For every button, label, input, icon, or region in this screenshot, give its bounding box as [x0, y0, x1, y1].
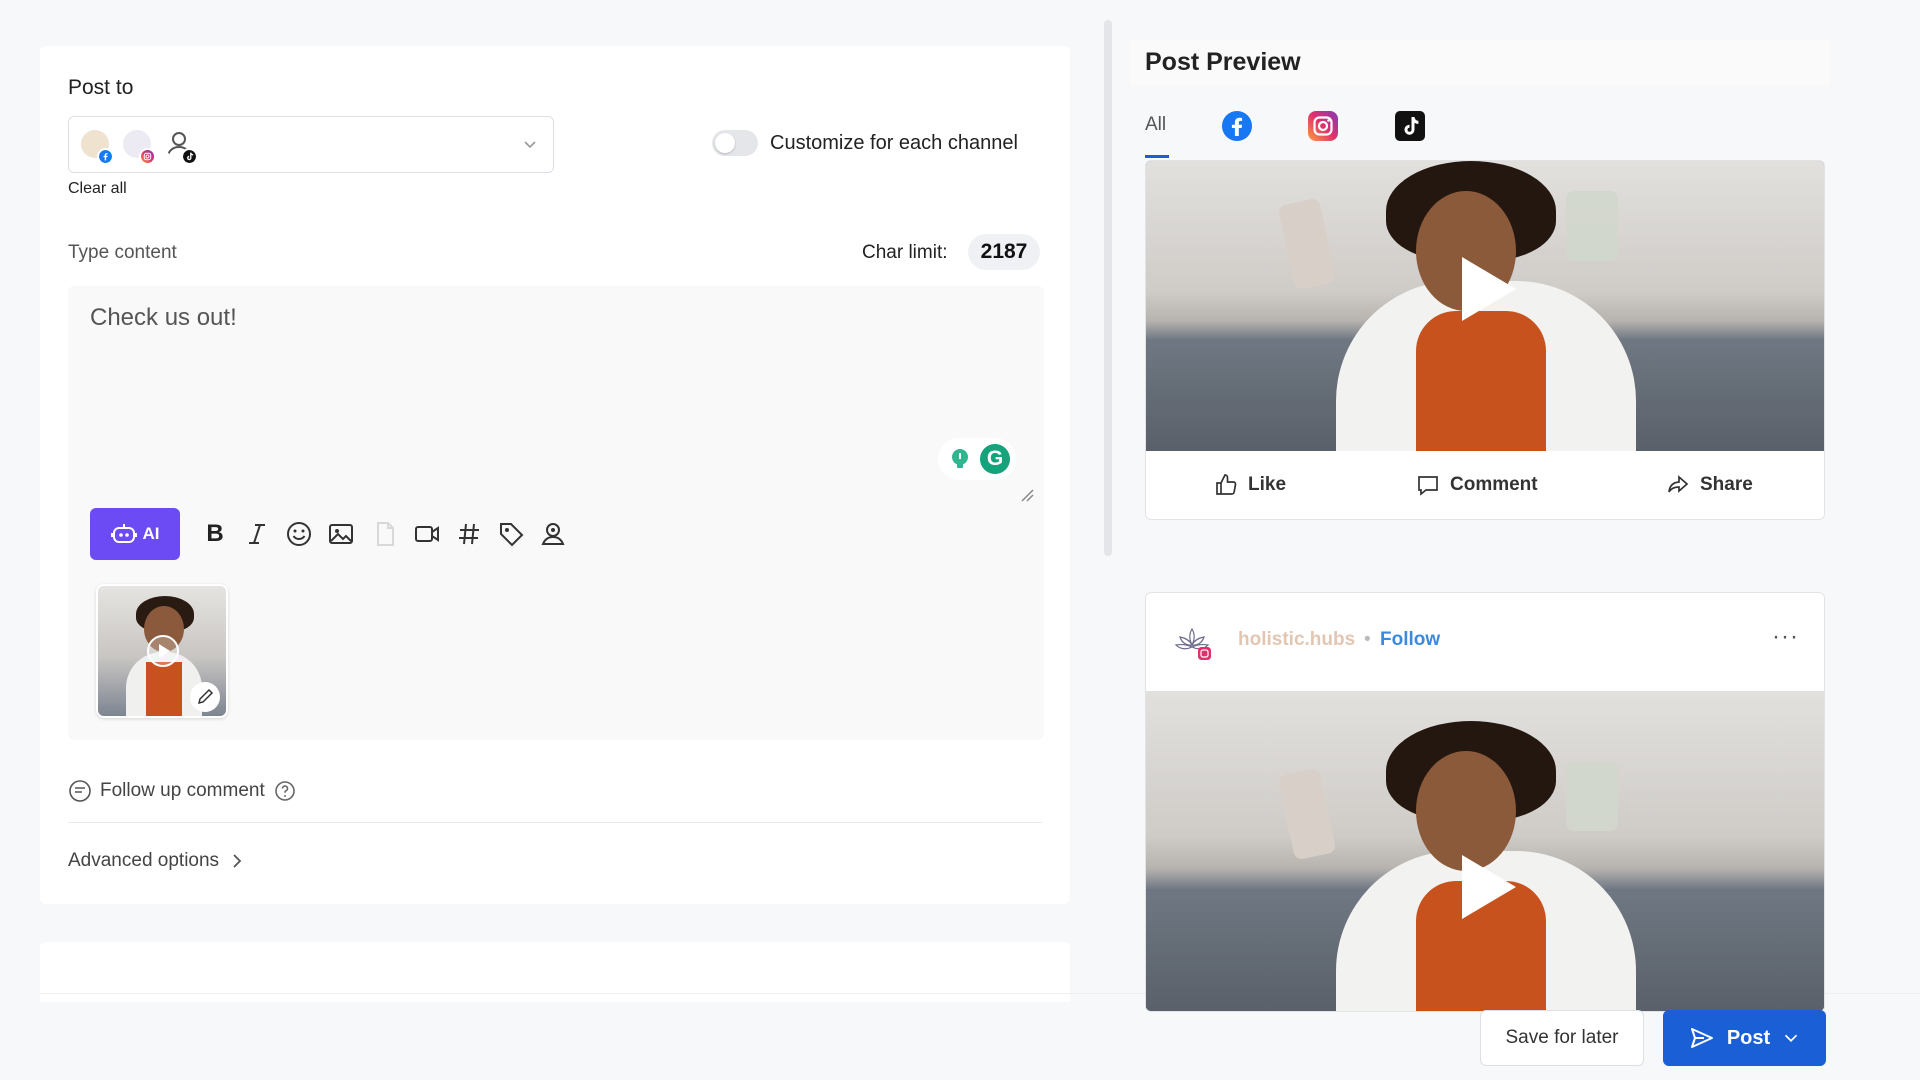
bold-icon[interactable]: B: [200, 519, 230, 549]
instagram-preview-card: holistic.hubs • Follow ···: [1145, 592, 1825, 1012]
section-divider: [68, 822, 1042, 823]
type-content-label: Type content: [68, 242, 177, 263]
video-icon[interactable]: [412, 519, 442, 549]
play-icon[interactable]: [1462, 855, 1516, 919]
chevron-right-icon: [233, 854, 242, 868]
italic-icon[interactable]: [242, 519, 272, 549]
active-tab-indicator: [1145, 155, 1169, 158]
hashtag-icon[interactable]: [454, 519, 484, 549]
comment-button[interactable]: Comment: [1416, 473, 1538, 497]
post-to-label: Post to: [68, 76, 134, 99]
thumbs-up-icon: [1216, 474, 1237, 495]
char-limit-value: 2187: [968, 234, 1040, 270]
file-icon[interactable]: [370, 519, 400, 549]
attached-video-thumbnail[interactable]: [96, 584, 228, 718]
comment-label: Comment: [1450, 474, 1538, 495]
editor-scrollbar[interactable]: [1104, 20, 1112, 556]
share-icon: [1668, 475, 1689, 493]
channel-avatar-instagram[interactable]: [119, 126, 159, 166]
play-icon: [147, 635, 179, 667]
share-button[interactable]: Share: [1666, 473, 1753, 497]
edit-media-button[interactable]: [190, 682, 220, 712]
customize-channel-toggle[interactable]: [712, 130, 758, 156]
facebook-video-preview[interactable]: [1146, 161, 1824, 451]
chevron-down-icon[interactable]: [1782, 1029, 1800, 1047]
comment-icon: [1418, 476, 1438, 496]
toggle-knob: [715, 133, 735, 153]
advanced-options-toggle[interactable]: Advanced options: [68, 848, 245, 874]
ai-assistant-button[interactable]: AI: [90, 508, 180, 560]
instagram-username[interactable]: holistic.hubs: [1238, 629, 1355, 651]
facebook-action-bar: Like Comment Share: [1146, 451, 1824, 519]
emoji-icon[interactable]: [284, 519, 314, 549]
like-label: Like: [1248, 474, 1287, 495]
writing-assistant-widget[interactable]: G: [938, 438, 1016, 480]
content-textarea[interactable]: Check us out!: [90, 304, 237, 332]
content-composer[interactable]: Check us out! G AI B: [68, 286, 1044, 740]
instagram-icon: [139, 148, 156, 165]
tiktok-icon[interactable]: [1394, 110, 1426, 142]
instagram-icon[interactable]: [1307, 110, 1339, 142]
facebook-icon: [97, 148, 114, 165]
image-icon[interactable]: [326, 519, 356, 549]
advanced-options-label: Advanced options: [68, 850, 220, 871]
robot-icon: [110, 524, 137, 543]
resize-handle-icon[interactable]: [1018, 486, 1034, 502]
grammarly-icon[interactable]: G: [980, 444, 1010, 474]
pencil-icon: [197, 688, 214, 705]
channel-selector[interactable]: [68, 116, 554, 173]
like-button[interactable]: Like: [1214, 473, 1286, 497]
instagram-video-preview[interactable]: [1146, 691, 1824, 1011]
share-label: Share: [1700, 474, 1753, 495]
location-user-icon[interactable]: [538, 519, 568, 549]
preview-title: Post Preview: [1145, 48, 1301, 76]
instagram-follow-button[interactable]: Follow: [1380, 629, 1440, 651]
clear-all-link[interactable]: Clear all: [68, 180, 127, 198]
channel-avatar-facebook[interactable]: [77, 126, 117, 166]
post-editor-card: Post to Clear all Customize for each cha…: [40, 46, 1070, 904]
help-icon[interactable]: [273, 779, 297, 803]
lightbulb-icon[interactable]: [948, 447, 972, 471]
customize-channel-label: Customize for each channel: [770, 132, 1018, 154]
follow-up-label: Follow up comment: [100, 780, 265, 801]
facebook-icon[interactable]: [1221, 110, 1253, 142]
send-icon: [1690, 1028, 1713, 1048]
separator-dot: •: [1364, 629, 1371, 650]
char-limit-label: Char limit:: [862, 242, 948, 263]
tab-all[interactable]: All: [1145, 114, 1166, 136]
facebook-preview-card: Like Comment Share: [1145, 160, 1825, 520]
ai-button-label: AI: [142, 524, 160, 543]
post-button[interactable]: Post: [1663, 1010, 1826, 1066]
play-icon[interactable]: [1462, 257, 1516, 321]
channel-avatar-tiktok[interactable]: [161, 126, 201, 166]
follow-up-comment[interactable]: Follow up comment: [68, 778, 297, 804]
more-options-icon[interactable]: ···: [1772, 623, 1799, 651]
tag-icon[interactable]: [496, 519, 526, 549]
post-button-label: Post: [1726, 1026, 1771, 1049]
tiktok-icon: [181, 148, 198, 165]
comment-icon: [69, 780, 91, 802]
save-for-later-button[interactable]: Save for later: [1480, 1010, 1644, 1066]
chevron-down-icon[interactable]: [523, 137, 537, 151]
lotus-logo-icon: [1174, 627, 1211, 660]
